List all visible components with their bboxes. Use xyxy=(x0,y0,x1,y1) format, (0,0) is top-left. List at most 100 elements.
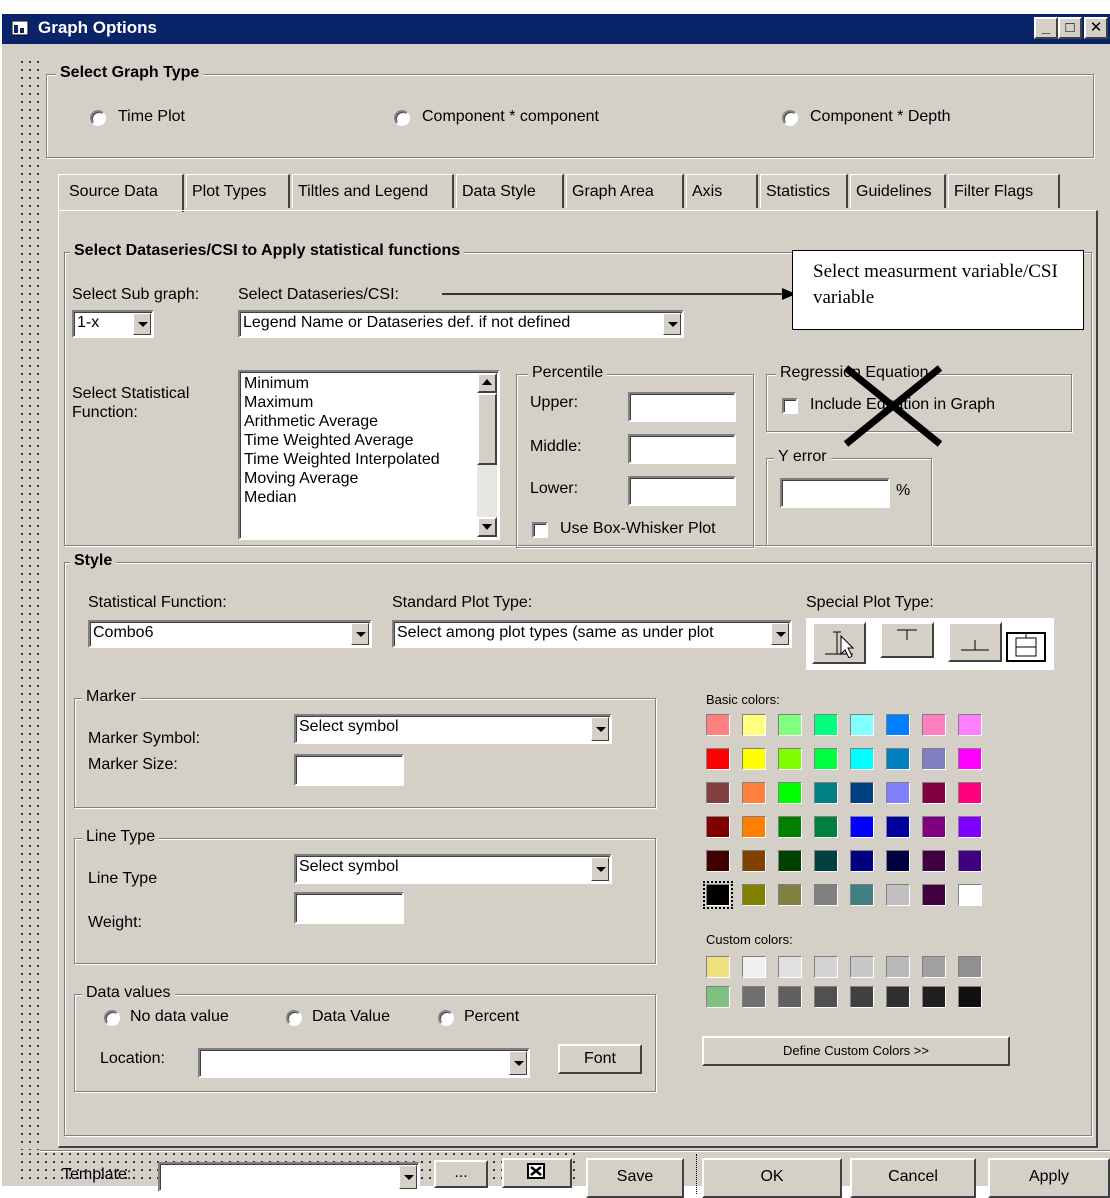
color-swatch[interactable] xyxy=(706,748,730,770)
color-swatch[interactable] xyxy=(778,986,802,1008)
middle-input[interactable] xyxy=(628,434,736,464)
color-swatch[interactable] xyxy=(922,816,946,838)
browse-button[interactable]: ... xyxy=(434,1160,488,1188)
yerror-input[interactable] xyxy=(780,478,890,508)
save-button[interactable]: Save xyxy=(586,1158,684,1198)
special-plot-3-button[interactable] xyxy=(948,622,1002,662)
color-swatch[interactable] xyxy=(814,986,838,1008)
weight-input[interactable] xyxy=(294,892,404,924)
list-item[interactable]: Median xyxy=(244,488,494,507)
marker-size-input[interactable] xyxy=(294,754,404,786)
color-swatch[interactable] xyxy=(814,956,838,978)
tab-guidelines[interactable]: Guidelines xyxy=(850,174,946,208)
marker-symbol-select[interactable]: Select symbol xyxy=(294,714,612,744)
color-swatch[interactable] xyxy=(922,986,946,1008)
color-swatch[interactable] xyxy=(778,884,802,906)
list-item[interactable]: Time Weighted Interpolated xyxy=(244,450,494,469)
special-plot-4-button[interactable] xyxy=(1006,632,1046,662)
no-data-value-radio[interactable] xyxy=(104,1010,120,1026)
color-swatch[interactable] xyxy=(814,714,838,736)
style-stat-func-select[interactable]: Combo6 xyxy=(88,620,372,648)
color-swatch[interactable] xyxy=(706,986,730,1008)
tab-filter-flags[interactable]: Filter Flags xyxy=(948,174,1060,208)
color-swatch[interactable] xyxy=(742,884,766,906)
color-swatch[interactable] xyxy=(886,956,910,978)
linetype-select[interactable]: Select symbol xyxy=(294,854,612,884)
color-swatch[interactable] xyxy=(850,884,874,906)
color-swatch[interactable] xyxy=(958,816,982,838)
color-swatch[interactable] xyxy=(886,748,910,770)
lower-input[interactable] xyxy=(628,476,736,506)
color-swatch[interactable] xyxy=(742,782,766,804)
color-swatch[interactable] xyxy=(703,881,733,909)
color-swatch[interactable] xyxy=(706,782,730,804)
color-swatch[interactable] xyxy=(706,816,730,838)
color-swatch[interactable] xyxy=(958,850,982,872)
std-plot-select[interactable]: Select among plot types (same as under p… xyxy=(392,620,792,648)
color-swatch[interactable] xyxy=(922,748,946,770)
chevron-down-icon[interactable] xyxy=(771,623,789,645)
chevron-down-icon[interactable] xyxy=(133,313,151,335)
upper-input[interactable] xyxy=(628,392,736,422)
color-swatch[interactable] xyxy=(922,850,946,872)
color-swatch[interactable] xyxy=(886,884,910,906)
color-swatch[interactable] xyxy=(742,956,766,978)
data-value-radio[interactable] xyxy=(286,1010,302,1026)
tab-source-data[interactable]: Source Data xyxy=(58,174,184,212)
sub-graph-select[interactable]: 1-x xyxy=(72,310,154,338)
tab-statistics[interactable]: Statistics xyxy=(760,174,848,208)
color-swatch[interactable] xyxy=(814,884,838,906)
color-swatch[interactable] xyxy=(922,714,946,736)
chevron-down-icon[interactable] xyxy=(351,623,369,645)
color-swatch[interactable] xyxy=(706,850,730,872)
tab-axis[interactable]: Axis xyxy=(686,174,758,208)
color-swatch[interactable] xyxy=(778,850,802,872)
cancel-button[interactable]: Cancel xyxy=(850,1158,976,1198)
list-item[interactable]: Arithmetic Average xyxy=(244,412,494,431)
tab-graph-area[interactable]: Graph Area xyxy=(566,174,684,208)
color-swatch[interactable] xyxy=(922,782,946,804)
color-swatch[interactable] xyxy=(850,748,874,770)
color-swatch[interactable] xyxy=(850,816,874,838)
special-plot-2-button[interactable] xyxy=(880,622,934,658)
list-item[interactable]: Maximum xyxy=(244,393,494,412)
color-swatch[interactable] xyxy=(850,956,874,978)
tab-data-style[interactable]: Data Style xyxy=(456,174,564,208)
color-swatch[interactable] xyxy=(958,884,982,906)
list-item[interactable]: Minimum xyxy=(244,374,494,393)
location-select[interactable] xyxy=(198,1048,530,1078)
color-swatch[interactable] xyxy=(814,782,838,804)
color-swatch[interactable] xyxy=(778,816,802,838)
list-item[interactable]: Time Weighted Average xyxy=(244,431,494,450)
dataseries-select[interactable]: Legend Name or Dataseries def. if not de… xyxy=(238,310,684,338)
color-swatch[interactable] xyxy=(706,956,730,978)
tab-titles-legend[interactable]: Tiltles and Legend xyxy=(292,174,454,208)
ok-button[interactable]: OK xyxy=(702,1158,842,1198)
apply-button[interactable]: Apply xyxy=(988,1158,1110,1198)
color-swatch[interactable] xyxy=(958,986,982,1008)
chevron-down-icon[interactable] xyxy=(663,313,681,335)
minimize-button[interactable]: _ xyxy=(1034,17,1058,39)
color-swatch[interactable] xyxy=(778,956,802,978)
close-button[interactable]: ✕ xyxy=(1084,17,1108,39)
list-scrollbar[interactable] xyxy=(477,373,497,537)
boxwhisker-checkbox[interactable] xyxy=(532,522,548,538)
color-swatch[interactable] xyxy=(742,850,766,872)
template-select[interactable] xyxy=(158,1162,420,1192)
chevron-down-icon[interactable] xyxy=(591,857,609,881)
color-swatch[interactable] xyxy=(886,986,910,1008)
color-swatch[interactable] xyxy=(886,816,910,838)
color-swatch[interactable] xyxy=(850,850,874,872)
scroll-thumb[interactable] xyxy=(477,393,497,465)
time-plot-radio[interactable] xyxy=(90,110,106,126)
color-swatch[interactable] xyxy=(742,714,766,736)
delete-template-button[interactable] xyxy=(502,1158,572,1188)
color-swatch[interactable] xyxy=(850,714,874,736)
chevron-down-icon[interactable] xyxy=(399,1165,417,1189)
color-swatch[interactable] xyxy=(814,816,838,838)
color-swatch[interactable] xyxy=(922,884,946,906)
percent-radio[interactable] xyxy=(438,1010,454,1026)
tab-plot-types[interactable]: Plot Types xyxy=(186,174,290,208)
color-swatch[interactable] xyxy=(778,782,802,804)
maximize-button[interactable]: □ xyxy=(1058,17,1082,39)
